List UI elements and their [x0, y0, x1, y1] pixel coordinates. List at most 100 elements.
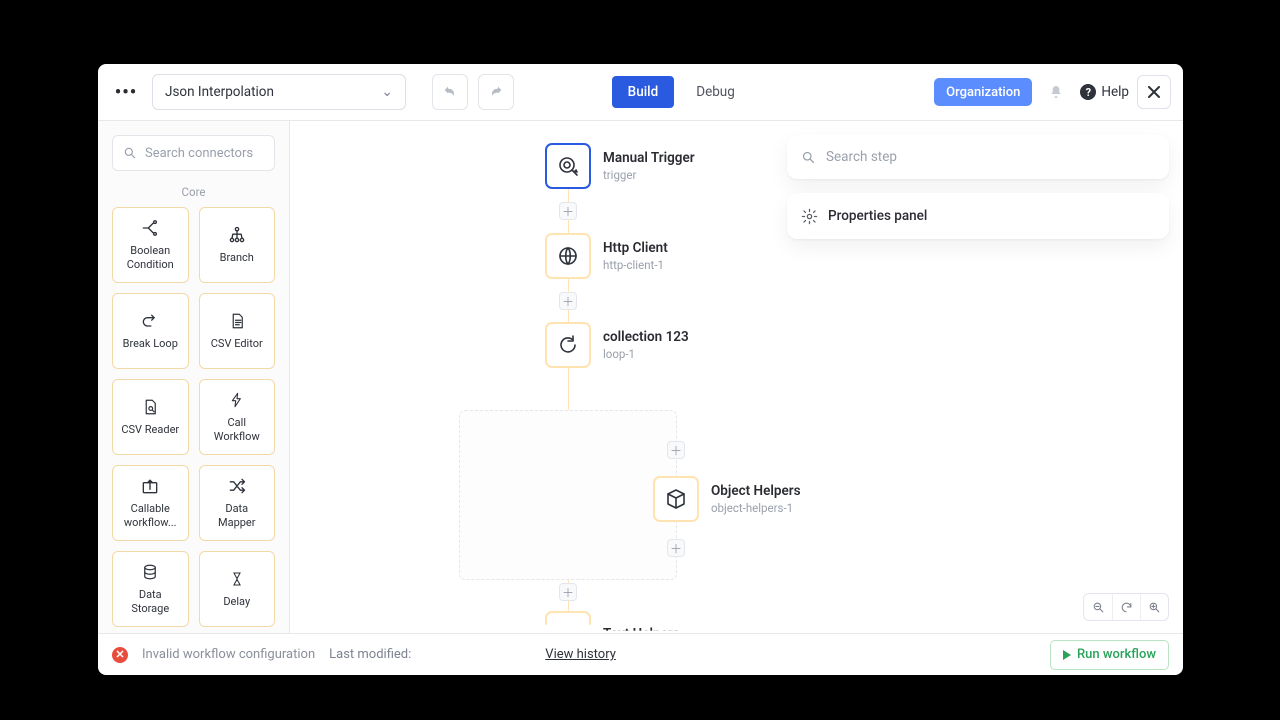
zoom-reset-button[interactable]: [1112, 594, 1140, 620]
node-icon-box: [545, 322, 591, 368]
connector-label: Data Mapper: [206, 502, 269, 530]
connector-item[interactable]: Break Loop: [112, 293, 189, 369]
add-step-button[interactable]: ＋: [559, 292, 577, 310]
search-connectors-input[interactable]: Search connectors: [112, 135, 275, 171]
connector-item[interactable]: Boolean Condition: [112, 207, 189, 283]
redo-icon: [488, 84, 504, 100]
help-button[interactable]: ? Help: [1080, 84, 1129, 100]
zoom-in-button[interactable]: [1140, 594, 1168, 620]
file-search-icon: [141, 397, 159, 417]
node-title: Object Helpers: [711, 483, 801, 499]
workflow-name: Json Interpolation: [165, 84, 274, 100]
add-step-button[interactable]: ＋: [559, 202, 577, 220]
bell-icon: [1048, 84, 1064, 100]
undo-button[interactable]: [432, 74, 468, 110]
connector-label: CSV Editor: [211, 337, 263, 351]
node-text: collection 123 loop-1: [603, 329, 689, 361]
loop-container: [459, 410, 677, 580]
upload-box-icon: [140, 476, 160, 496]
refresh-icon: [1120, 601, 1133, 614]
connector-item[interactable]: CSV Reader: [112, 379, 189, 455]
add-step-button[interactable]: ＋: [667, 441, 685, 459]
connector-item[interactable]: Callable workflow...: [112, 465, 189, 541]
connector-grid: Boolean Condition Branch Break Loop CSV …: [112, 207, 275, 627]
connector-item[interactable]: Branch: [199, 207, 276, 283]
connector-label: Break Loop: [123, 337, 178, 351]
tab-build[interactable]: Build: [612, 76, 675, 108]
workflow-node[interactable]: Manual Trigger trigger: [545, 143, 695, 189]
workflow-canvas[interactable]: ＋ ＋ ＋ ＋ ＋ Manual Trigger trigger Http Cl…: [290, 121, 1183, 633]
workflow-dropdown[interactable]: Json Interpolation ⌄: [152, 74, 406, 110]
run-workflow-button[interactable]: Run workflow: [1050, 640, 1169, 670]
connector-label: Data Storage: [119, 588, 182, 616]
connector-item[interactable]: CSV Editor: [199, 293, 276, 369]
node-subtitle: http-client-1: [603, 258, 668, 272]
tree-icon: [227, 225, 247, 245]
search-icon: [801, 150, 816, 165]
error-text: Invalid workflow configuration: [142, 647, 315, 662]
connector-item[interactable]: Call Workflow: [199, 379, 276, 455]
tab-debug[interactable]: Debug: [682, 76, 749, 108]
zoom-out-button[interactable]: [1084, 594, 1112, 620]
gear-icon: [801, 208, 818, 225]
node-title: collection 123: [603, 329, 689, 345]
node-text: Manual Trigger trigger: [603, 150, 695, 182]
connector-label: Branch: [220, 251, 254, 265]
connector-item[interactable]: Data Mapper: [199, 465, 276, 541]
connector-item[interactable]: Data Storage: [112, 551, 189, 627]
add-step-button[interactable]: ＋: [667, 539, 685, 557]
search-step-input[interactable]: Search step: [787, 135, 1169, 179]
return-arrow-icon: [140, 311, 160, 331]
chevron-down-icon: ⌄: [381, 84, 393, 100]
search-connectors-placeholder: Search connectors: [145, 146, 253, 161]
run-workflow-label: Run workflow: [1077, 647, 1156, 662]
properties-panel-header[interactable]: Properties panel: [787, 193, 1169, 239]
node-title: Manual Trigger: [603, 150, 695, 166]
workflow-node[interactable]: Object Helpers object-helpers-1: [653, 476, 801, 522]
more-menu-button[interactable]: •••: [110, 76, 142, 108]
node-icon-box: [545, 143, 591, 189]
node-text: Object Helpers object-helpers-1: [711, 483, 801, 515]
view-history-link[interactable]: View history: [545, 647, 616, 662]
close-button[interactable]: [1137, 75, 1171, 109]
workflow-node[interactable]: Http Client http-client-1: [545, 233, 668, 279]
zoom-controls: [1083, 593, 1169, 621]
node-icon-box: [545, 233, 591, 279]
connectors-sidebar: Search connectors Core Boolean Condition…: [98, 121, 290, 633]
error-icon: ✕: [112, 647, 128, 663]
database-icon: [141, 562, 159, 582]
top-bar: ••• Json Interpolation ⌄ Build Debug Org…: [98, 64, 1183, 121]
hourglass-icon: [229, 569, 245, 589]
connector-item[interactable]: Delay: [199, 551, 276, 627]
bolt-icon: [229, 390, 245, 410]
node-icon-box: [545, 611, 591, 633]
body: Search connectors Core Boolean Condition…: [98, 121, 1183, 633]
connector-label: CSV Reader: [121, 423, 179, 437]
last-modified-label: Last modified:: [329, 647, 411, 662]
node-title: Text Helpers: [603, 626, 680, 633]
mode-tabs: Build Debug: [612, 76, 749, 108]
play-icon: [1063, 650, 1071, 660]
node-title: Http Client: [603, 240, 668, 256]
question-icon: ?: [1080, 84, 1096, 100]
node-text: Http Client http-client-1: [603, 240, 668, 272]
node-text: Text Helpers: [603, 626, 680, 633]
node-subtitle: object-helpers-1: [711, 501, 801, 515]
right-panel: Search step Properties panel: [787, 135, 1169, 239]
search-step-placeholder: Search step: [826, 149, 897, 165]
node-subtitle: trigger: [603, 168, 695, 182]
notifications-button[interactable]: [1040, 76, 1072, 108]
connector-label: Boolean Condition: [119, 244, 182, 272]
add-step-button[interactable]: ＋: [559, 583, 577, 601]
connector-label: Call Workflow: [206, 416, 269, 444]
help-label: Help: [1101, 84, 1129, 100]
zoom-in-icon: [1148, 601, 1161, 614]
organization-badge[interactable]: Organization: [934, 78, 1032, 106]
shuffle-icon: [227, 476, 247, 496]
redo-button[interactable]: [478, 74, 514, 110]
workflow-node[interactable]: Text Helpers: [545, 611, 680, 633]
connector-label: Delay: [223, 595, 250, 609]
node-icon-box: [653, 476, 699, 522]
zoom-out-icon: [1092, 601, 1105, 614]
workflow-node[interactable]: collection 123 loop-1: [545, 322, 689, 368]
